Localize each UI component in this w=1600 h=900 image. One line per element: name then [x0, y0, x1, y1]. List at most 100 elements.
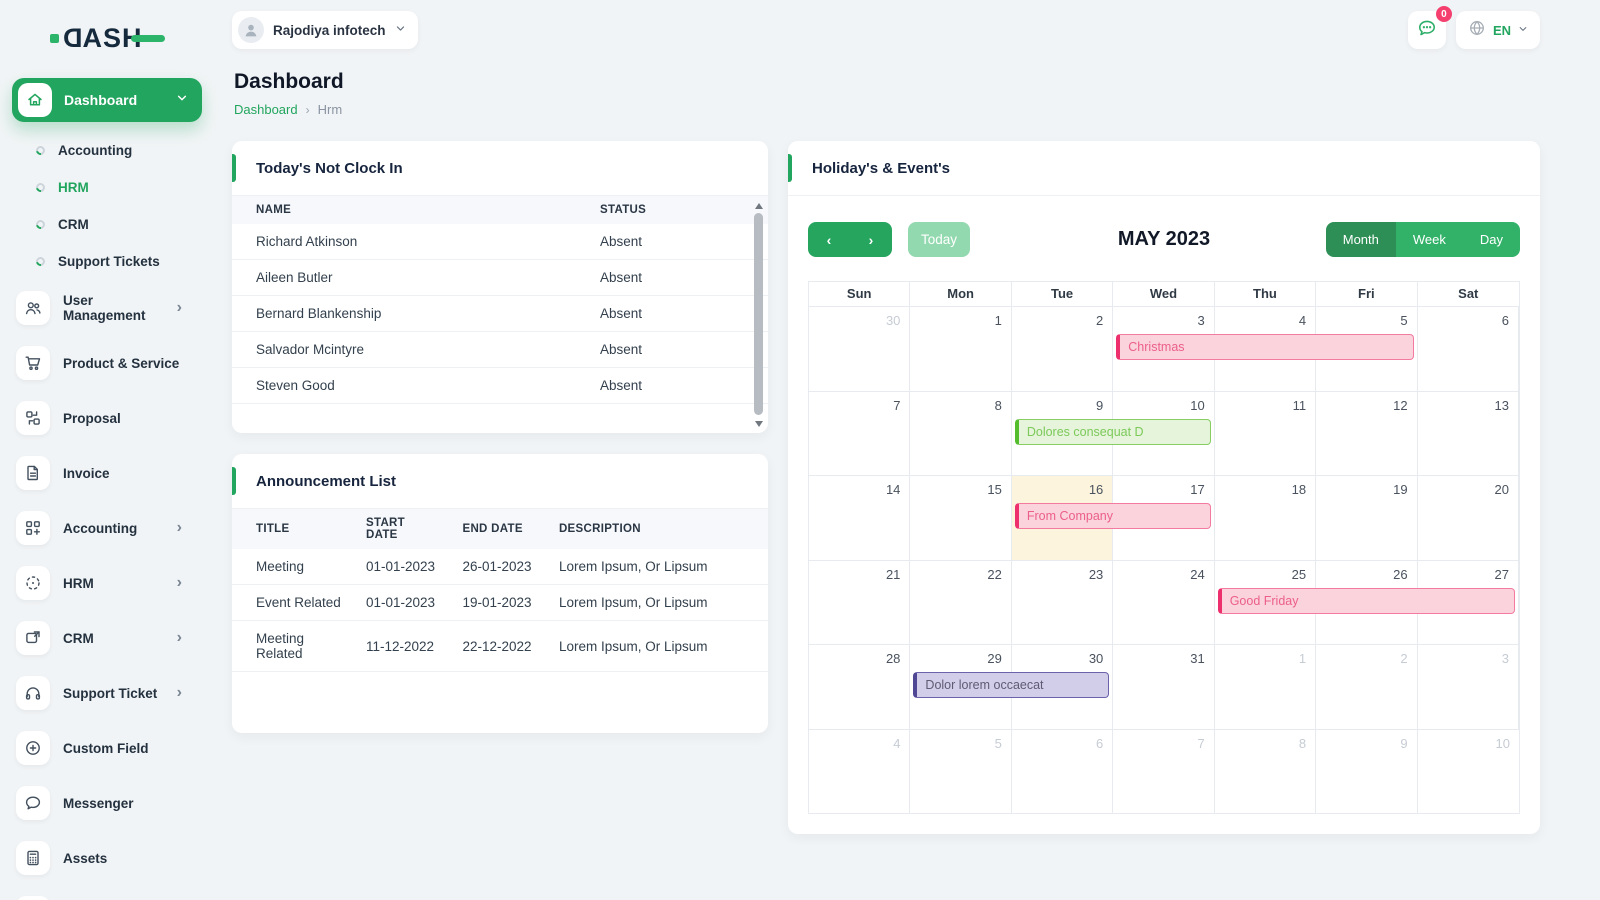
bullet-ring-icon	[34, 181, 47, 194]
scroll-down-icon[interactable]	[755, 421, 763, 427]
day-header-mon: Mon	[910, 282, 1011, 306]
sidebar-item-hrm[interactable]: HRM›	[12, 561, 202, 605]
calendar-event[interactable]: Good Friday	[1218, 588, 1515, 614]
calendar-day-cell[interactable]: 13	[1418, 392, 1519, 476]
chevron-right-icon: ›	[177, 520, 182, 536]
calendar-day-cell[interactable]: 7	[809, 392, 910, 476]
calendar-day-cell[interactable]: 28	[809, 645, 910, 729]
calendar-day-cell[interactable]: 5	[910, 730, 1011, 814]
sidebar-item-accounting[interactable]: Accounting	[12, 132, 202, 169]
workspace-selector[interactable]: Rajodiya infotech	[232, 11, 418, 49]
bullet-ring-icon	[34, 144, 47, 157]
dots-circle-icon	[16, 566, 50, 600]
calendar-day-cell[interactable]: 1	[910, 307, 1011, 391]
table-row: Event Related01-01-202319-01-2023Lorem I…	[232, 585, 768, 621]
view-month-button[interactable]: Month	[1326, 222, 1396, 257]
announcement-description: Lorem Ipsum, Or Lipsum	[559, 621, 768, 672]
sidebar-item-settings[interactable]: Settings›	[12, 891, 202, 900]
calendar-day-cell[interactable]: 6	[1012, 730, 1113, 814]
calendar-day-cell[interactable]: 9	[1316, 730, 1417, 814]
calendar-day-cell[interactable]: 8	[910, 392, 1011, 476]
next-month-button[interactable]: ›	[850, 222, 892, 257]
employee-status: Absent	[576, 332, 768, 368]
sidebar-item-crm[interactable]: CRM	[12, 206, 202, 243]
topbar: Rajodiya infotech 0 EN	[232, 10, 1540, 50]
calendar-day-cell[interactable]: 8	[1215, 730, 1316, 814]
calendar-day-cell[interactable]: 3	[1418, 645, 1519, 729]
chevron-right-icon: ›	[177, 685, 182, 701]
table-row: Aileen ButlerAbsent	[232, 260, 768, 296]
language-selector[interactable]: EN	[1456, 11, 1540, 49]
sidebar-item-label: CRM	[63, 631, 164, 646]
calendar-day-cell[interactable]: 7	[1113, 730, 1214, 814]
calendar-day-cell[interactable]: 14	[809, 476, 910, 560]
calendar-day-cell[interactable]: 31	[1113, 645, 1214, 729]
calendar-event[interactable]: From Company	[1015, 503, 1211, 529]
language-code: EN	[1493, 23, 1511, 38]
calendar-day-cell[interactable]: 4	[809, 730, 910, 814]
breadcrumb-current: Hrm	[318, 102, 343, 117]
chevron-down-icon	[395, 21, 406, 39]
sidebar-item-hrm[interactable]: HRM	[12, 169, 202, 206]
sidebar-item-label: HRM	[58, 180, 89, 195]
calendar-day-cell[interactable]: 10	[1418, 730, 1519, 814]
announcement-start-date: 11-12-2022	[366, 621, 462, 672]
calendar-day-cell[interactable]: 23	[1012, 561, 1113, 645]
chat-bubble-icon	[16, 786, 50, 820]
messages-button[interactable]: 0	[1408, 11, 1446, 49]
view-week-button[interactable]: Week	[1396, 222, 1463, 257]
today-button[interactable]: Today	[908, 222, 970, 257]
sidebar-item-product-service[interactable]: Product & Service	[12, 341, 202, 385]
sidebar-item-support-ticket[interactable]: Support Ticket›	[12, 671, 202, 715]
sidebar-item-invoice[interactable]: Invoice	[12, 451, 202, 495]
calendar-day-cell[interactable]: 30	[809, 307, 910, 391]
sidebar-item-crm[interactable]: CRM›	[12, 616, 202, 660]
scroll-up-icon[interactable]	[755, 203, 763, 209]
calendar-day-cell[interactable]: 2	[1316, 645, 1417, 729]
sidebar-item-support-tickets[interactable]: Support Tickets	[12, 243, 202, 280]
calendar-event[interactable]: Dolores consequat D	[1015, 419, 1211, 445]
calendar-day-cell[interactable]: 20	[1418, 476, 1519, 560]
column-header-start-date: START DATE	[366, 509, 462, 549]
logo-dash-icon	[131, 35, 165, 42]
scrollbar[interactable]	[753, 201, 766, 429]
logo-letter-h: H	[122, 23, 143, 54]
calendar-day-cell[interactable]: 21	[809, 561, 910, 645]
calendar-day-cell[interactable]: 12	[1316, 392, 1417, 476]
calendar-day-cell[interactable]: 19	[1316, 476, 1417, 560]
employee-name: Salvador Mcintyre	[232, 332, 576, 368]
invoice-icon	[16, 456, 50, 490]
grid-plus-icon	[16, 511, 50, 545]
calendar-week-row: 14151617181920From Company	[809, 476, 1519, 561]
calendar-day-cell[interactable]: 1	[1215, 645, 1316, 729]
calendar-day-cell[interactable]: 2	[1012, 307, 1113, 391]
calendar-day-cell[interactable]: 11	[1215, 392, 1316, 476]
calendar-day-cell[interactable]: 6	[1418, 307, 1519, 391]
sidebar-item-proposal[interactable]: Proposal	[12, 396, 202, 440]
scrollbar-thumb[interactable]	[754, 213, 763, 415]
chevron-right-icon: ›	[177, 575, 182, 591]
chat-icon	[1417, 18, 1437, 43]
sidebar-item-custom-field[interactable]: Custom Field	[12, 726, 202, 770]
sidebar-item-messenger[interactable]: Messenger	[12, 781, 202, 825]
calendar-day-cell[interactable]: 18	[1215, 476, 1316, 560]
calendar-toolbar: ‹ › Today MAY 2023 MonthWeekDay	[788, 196, 1540, 281]
calendar-day-cell[interactable]: 15	[910, 476, 1011, 560]
workspace-name: Rajodiya infotech	[273, 23, 386, 38]
column-header-end-date: END DATE	[462, 509, 558, 549]
employee-status: Absent	[576, 224, 768, 260]
plus-circle-icon	[16, 731, 50, 765]
sidebar-item-accounting[interactable]: Accounting›	[12, 506, 202, 550]
sidebar-item-user-management[interactable]: User Management›	[12, 286, 202, 330]
calendar-event[interactable]: Dolor lorem occaecat	[913, 672, 1109, 698]
calendar-day-cell[interactable]: 24	[1113, 561, 1214, 645]
breadcrumb-link-dashboard[interactable]: Dashboard	[234, 102, 298, 117]
sidebar-item-assets[interactable]: Assets	[12, 836, 202, 880]
view-day-button[interactable]: Day	[1463, 222, 1520, 257]
prev-month-button[interactable]: ‹	[808, 222, 850, 257]
calendar-event[interactable]: Christmas	[1116, 334, 1413, 360]
sidebar-item-dashboard[interactable]: Dashboard	[12, 78, 202, 122]
day-header-thu: Thu	[1215, 282, 1316, 306]
calendar-day-cell[interactable]: 22	[910, 561, 1011, 645]
table-row: Bernard BlankenshipAbsent	[232, 296, 768, 332]
